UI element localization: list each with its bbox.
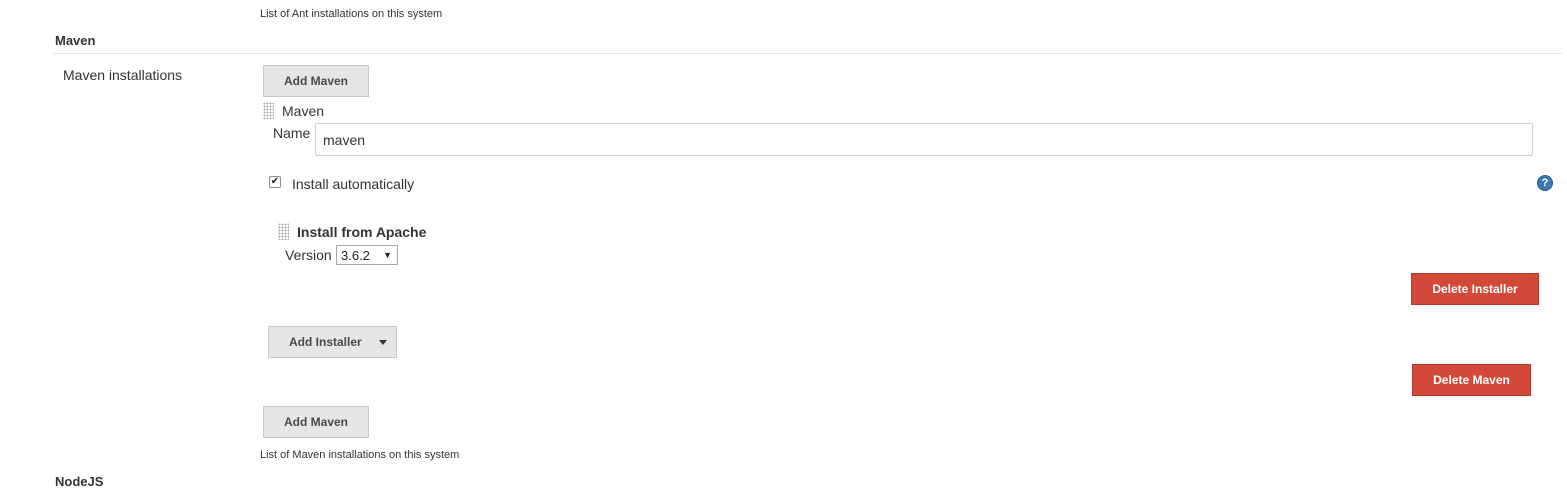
checkmark-icon: ✔ bbox=[270, 176, 280, 187]
version-label: Version bbox=[285, 247, 332, 263]
dropdown-arrow-icon: ▼ bbox=[383, 250, 392, 260]
name-input-value: maven bbox=[323, 131, 366, 148]
name-input[interactable]: maven bbox=[315, 123, 1533, 156]
install-automatically-label: Install automatically bbox=[292, 176, 415, 192]
version-select[interactable]: 3.6.2 ▼ bbox=[336, 245, 398, 265]
maven-installations-description: List of Maven installations on this syst… bbox=[260, 449, 460, 461]
maven-entry-header: Maven bbox=[282, 103, 325, 119]
version-selected-value: 3.6.2 bbox=[341, 247, 370, 263]
install-from-apache-title: Install from Apache bbox=[297, 224, 427, 240]
add-installer-button[interactable]: Add Installer bbox=[268, 326, 397, 358]
drag-handle-icon[interactable] bbox=[263, 102, 274, 119]
maven-installations-label: Maven installations bbox=[63, 67, 183, 83]
caret-down-icon bbox=[379, 340, 387, 345]
delete-installer-button[interactable]: Delete Installer bbox=[1411, 273, 1539, 305]
installer-drag-handle-icon[interactable] bbox=[278, 223, 289, 240]
help-icon[interactable]: ? bbox=[1537, 175, 1553, 191]
maven-section-title: Maven bbox=[55, 33, 96, 48]
install-automatically-checkbox[interactable]: ✔ bbox=[269, 176, 281, 188]
add-installer-label: Add Installer bbox=[289, 335, 362, 349]
ant-installations-description: List of Ant installations on this system bbox=[260, 8, 443, 20]
name-label: Name bbox=[273, 125, 311, 141]
nodejs-section-title: NodeJS bbox=[55, 474, 104, 489]
add-maven-button-bottom[interactable]: Add Maven bbox=[263, 406, 369, 438]
add-maven-button-top[interactable]: Add Maven bbox=[263, 65, 369, 97]
section-divider bbox=[53, 53, 1562, 54]
delete-maven-button[interactable]: Delete Maven bbox=[1412, 364, 1531, 396]
